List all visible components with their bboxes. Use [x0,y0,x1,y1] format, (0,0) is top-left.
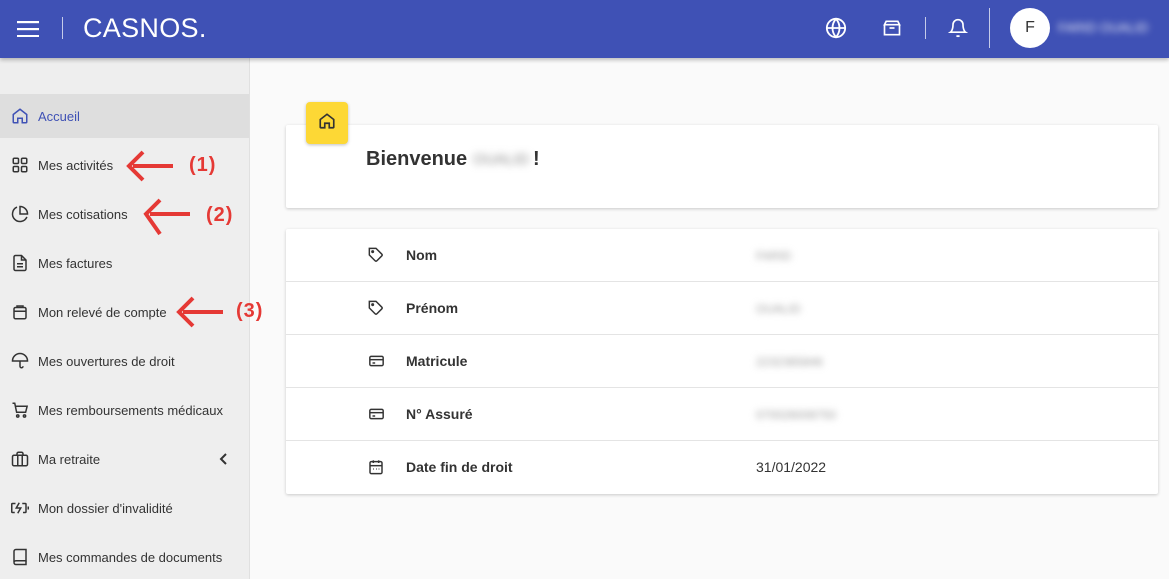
sidebar-item-label: Ma retraite [38,451,101,467]
welcome-user-name: OUALID [473,151,530,168]
credit-card-icon [367,352,385,370]
welcome-card: Bienvenue OUALID ! [286,125,1158,208]
document-icon [10,253,30,273]
home-icon [10,106,30,126]
info-row-prenom: Prénom OUALID [286,282,1158,335]
inbox-icon[interactable] [880,16,904,40]
pie-chart-icon [10,204,30,224]
sidebar-item-label: Mon relevé de compte [38,304,167,320]
info-label: Nom [406,247,438,263]
sidebar-item-mes-factures[interactable]: Mes factures [0,241,249,285]
info-value: FARID [756,249,792,263]
annotation-label: (2) [206,204,234,226]
grid-icon [10,155,30,175]
info-value: OUALID [756,302,801,316]
annotation-arrow-icon [143,198,190,236]
hamburger-menu-icon[interactable] [14,17,42,41]
sidebar-item-label: Mes remboursements médicaux [38,402,223,418]
sidebar-item-label: Mes factures [38,255,113,271]
info-row-date-fin-de-droit: Date fin de droit 31/01/2022 [286,441,1158,494]
battery-charging-icon [10,498,30,518]
sidebar-item-mon-dossier-invalidite[interactable]: Mon dossier d'invalidité [0,486,249,530]
info-label: N° Assuré [406,406,473,422]
user-info-card: Nom FARID Prénom OUALID Matricule 223236… [286,229,1158,494]
annotation-label: (1) [189,154,217,176]
sidebar-item-label: Mes commandes de documents [38,549,223,565]
info-label: Date fin de droit [406,459,513,475]
info-value: 31/01/2022 [756,459,827,475]
package-icon [10,302,30,322]
annotation-label: (3) [236,300,264,322]
globe-icon[interactable] [824,16,848,40]
header-divider [925,17,926,39]
welcome-suffix: ! [533,148,540,170]
credit-card-icon [367,405,385,423]
sidebar-item-mes-commandes-de-documents[interactable]: Mes commandes de documents [0,535,249,579]
welcome-heading: Bienvenue OUALID ! [366,148,540,171]
tag-icon [367,299,385,317]
sidebar-item-label: Mes activités [38,157,114,173]
sidebar-item-label: Mon dossier d'invalidité [38,500,173,516]
annotation-arrow-icon [126,150,173,182]
book-icon [10,547,30,567]
info-value: 070026008750 [756,408,837,422]
sidebar-item-mes-remboursements-medicaux[interactable]: Mes remboursements médicaux [0,388,249,432]
avatar[interactable]: F [1010,8,1050,48]
calendar-icon [367,458,385,476]
app-brand[interactable]: CASNOS. [83,13,207,44]
home-badge [306,102,348,144]
welcome-prefix: Bienvenue [366,148,468,170]
home-icon [318,112,336,135]
briefcase-icon [10,449,30,469]
info-label: Prénom [406,300,459,316]
info-row-matricule: Matricule 2232365846 [286,335,1158,388]
user-name[interactable]: FARID OUALID [1058,20,1148,35]
top-app-bar: CASNOS. F FARID OUALID [0,0,1169,58]
sidebar-item-ma-retraite[interactable]: Ma retraite [0,437,249,481]
bell-icon[interactable] [946,16,970,40]
sidebar-item-accueil[interactable]: Accueil [0,94,249,138]
annotation-arrow-icon [176,296,223,328]
sidebar-item-label: Mes cotisations [38,206,128,222]
sidebar-item-label: Mes ouvertures de droit [38,353,175,369]
info-value: 2232365846 [756,355,823,369]
umbrella-icon [10,351,30,371]
cart-icon [10,400,30,420]
sidebar-item-label: Accueil [38,108,80,124]
sidebar-item-mes-ouvertures-de-droit[interactable]: Mes ouvertures de droit [0,339,249,383]
tag-icon [367,246,385,264]
header-divider [989,8,990,48]
info-row-nom: Nom FARID [286,229,1158,282]
info-row-numero-assure: N° Assuré 070026008750 [286,388,1158,441]
header-divider [62,17,63,39]
info-label: Matricule [406,353,468,369]
chevron-left-icon[interactable] [216,451,232,467]
